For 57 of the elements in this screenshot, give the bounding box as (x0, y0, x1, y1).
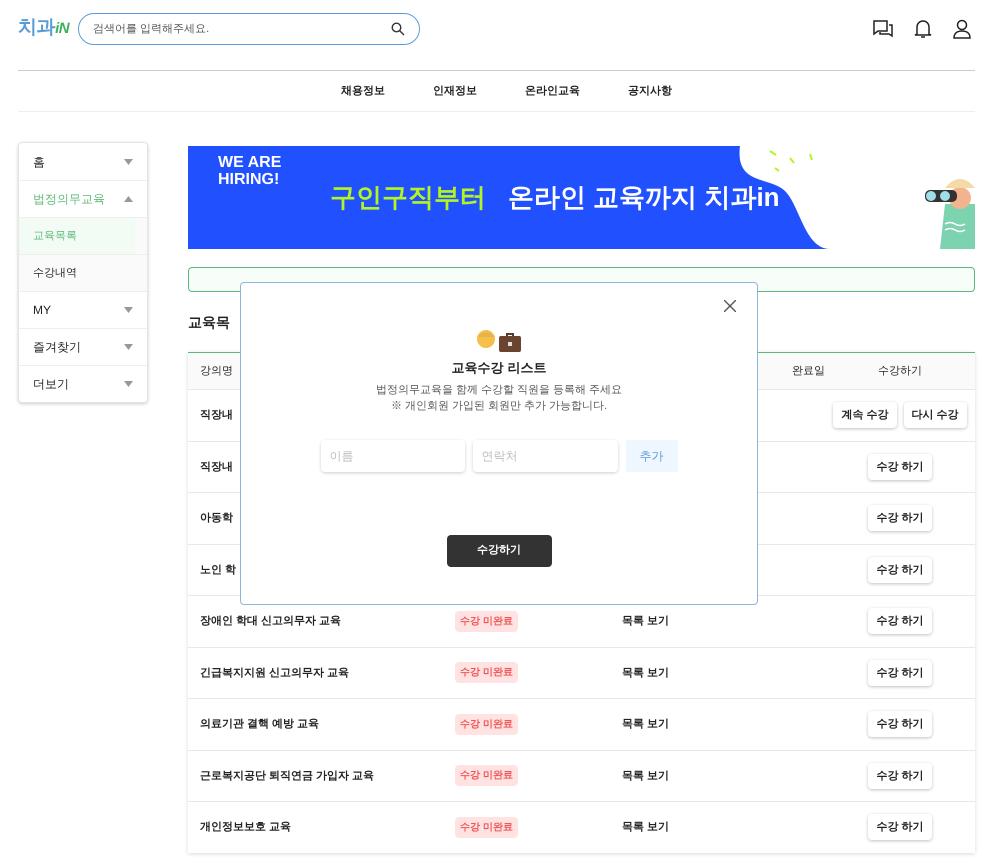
course-name: 직장내 (199, 408, 234, 423)
search-field[interactable]: 검색어를 입력해주세요. (78, 12, 420, 44)
close-icon[interactable] (724, 300, 736, 312)
banner-highlight: 구인구직부터 (330, 181, 486, 214)
dialog-description: 법정의무교육을 함께 수강할 직원을 등록해 주세요 (376, 382, 622, 398)
course-name: 장애인 학대 신고의무자 교육 (199, 614, 342, 629)
dialog-note: ※ 개인회원 가입된 회원만 추가 가능합니다. (390, 399, 608, 414)
nav-link[interactable]: 채용정보 (341, 82, 385, 100)
list-link[interactable]: 목록 보기 (622, 615, 670, 627)
enroll-button[interactable]: 수강 하기 (868, 505, 932, 532)
nav-link[interactable]: 인재정보 (433, 82, 477, 100)
course-name: 아동학 (199, 511, 234, 526)
bell-icon[interactable] (914, 18, 932, 38)
nav-link[interactable]: 온라인교육 (525, 82, 580, 100)
dialog-title: 교육수강 리스트 (452, 359, 546, 377)
course-name: 근로복지공단 퇴직연금 가입자 교육 (199, 768, 376, 784)
enroll-button[interactable]: 수강 하기 (868, 660, 932, 686)
enroll-button[interactable]: 수강 하기 (868, 711, 932, 738)
sidebar-item[interactable]: 더보기 (19, 365, 147, 402)
course-name: 긴급복지지원 신고의무자 교육 (199, 666, 350, 680)
list-link[interactable]: 목록 보기 (622, 821, 670, 833)
enroll-button[interactable]: 다시 수강 (904, 402, 967, 428)
banner-tagline: WE ARE HIRING! (218, 154, 282, 188)
enroll-button[interactable]: 계속 수강 (833, 402, 896, 428)
status-badge: 수강 미완료 (455, 765, 518, 786)
contact-field[interactable]: 연락처 (472, 440, 618, 472)
search-icon[interactable] (391, 22, 406, 36)
hiring-banner[interactable]: WE ARE HIRING! 구인구직부터 온라인 교육까지 치과in (188, 146, 975, 249)
enroll-button[interactable]: 수강 하기 (868, 762, 932, 789)
enroll-button[interactable]: 수강 하기 (868, 454, 932, 480)
submit-button[interactable]: 수강하기 (446, 534, 552, 566)
status-badge: 수강 미완료 (455, 816, 518, 838)
status-badge: 수강 미완료 (455, 610, 518, 632)
column-header: 완료일 (791, 364, 825, 379)
course-name: 직장내 (199, 460, 234, 474)
column-header: 수강하기 (877, 364, 923, 379)
status-badge: 수강 미완료 (455, 662, 518, 684)
status-badge: 수강 미완료 (455, 714, 518, 735)
enroll-button[interactable]: 수강 하기 (868, 556, 932, 583)
enroll-button[interactable]: 수강 하기 (868, 814, 932, 840)
name-field[interactable]: 이름 (320, 440, 464, 472)
list-link[interactable]: 목록 보기 (622, 770, 670, 782)
sidebar-item[interactable]: 홈 (19, 143, 147, 180)
section-title: 교육목 (188, 313, 231, 332)
nav-link[interactable]: 공지사항 (628, 82, 672, 100)
course-name: 노인 학 (199, 562, 238, 578)
sidebar-item[interactable]: MY (19, 291, 147, 328)
banner-headline: 온라인 교육까지 치과in (508, 181, 780, 214)
list-link[interactable]: 목록 보기 (622, 718, 670, 730)
course-name: 개인정보보호 교육 (199, 820, 292, 835)
enroll-button[interactable]: 수강 하기 (868, 608, 932, 634)
user-icon[interactable] (953, 18, 971, 38)
sidebar-item[interactable]: 즐겨찾기 (19, 328, 147, 365)
course-name: 의료기관 결핵 예방 교육 (199, 717, 320, 732)
chat-icon[interactable] (873, 20, 893, 38)
column-header: 강의명 (199, 364, 234, 379)
list-link[interactable]: 목록 보기 (622, 666, 670, 678)
